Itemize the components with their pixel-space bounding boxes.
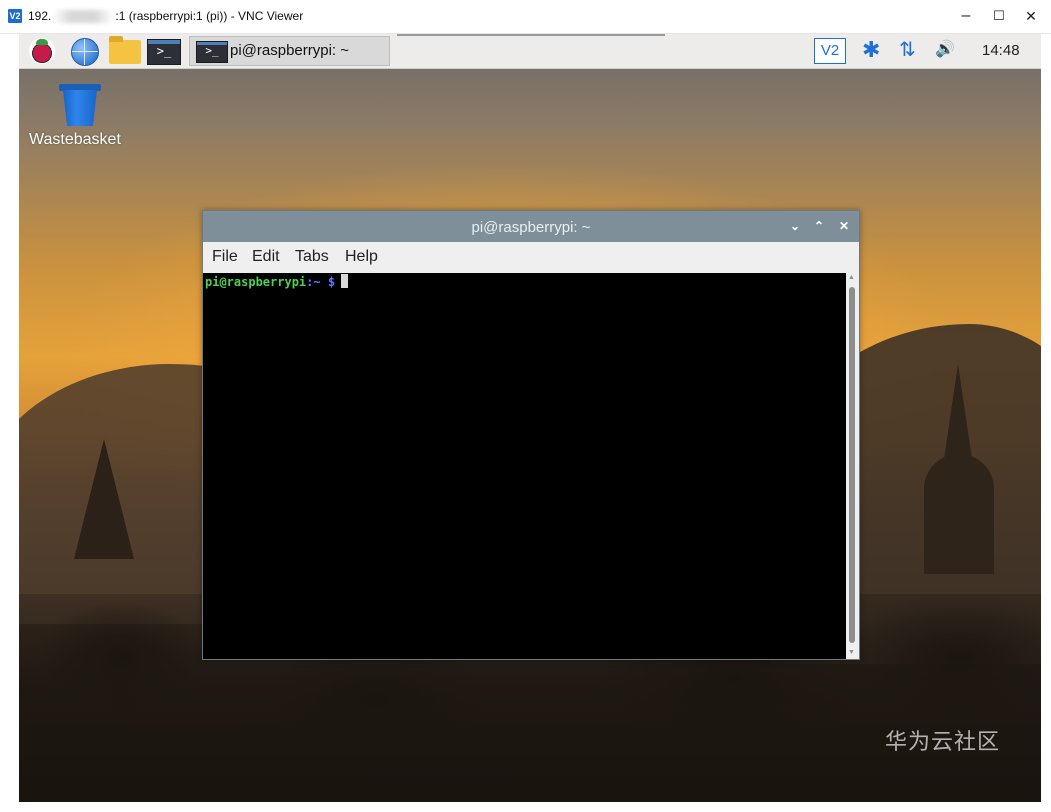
minimize-button[interactable]: – [955,5,977,27]
volume-icon[interactable]: 🔊 [935,37,955,63]
network-icon[interactable]: ⇅ [899,37,916,63]
terminal-titlebar[interactable]: pi@raspberrypi: ~ ⌄ ⌃ ✕ [203,211,859,242]
wastebasket-body [63,90,97,126]
terminal-icon[interactable]: >_ [147,39,181,65]
vnc-viewer-titlebar: V2 192. :1 (raspberrypi:1 (pi)) - VNC Vie… [0,0,1051,34]
vnc-window-title: 192. :1 (raspberrypi:1 (pi)) - VNC Viewer [28,9,304,24]
web-browser-icon[interactable] [71,38,99,66]
terminal-title: pi@raspberrypi: ~ [471,219,591,236]
terminal-icon: >_ [196,41,228,63]
terminal-menubar: File Edit Tabs Help [203,242,859,273]
prompt-user: pi@raspberrypi [205,275,307,289]
terminal-scrollbar[interactable]: ▲ ▼ [846,273,859,659]
prompt-path: :~ $ [306,275,336,289]
watermark: 华为云社区 [885,729,1001,754]
terminal-window[interactable]: pi@raspberrypi: ~ ⌄ ⌃ ✕ File Edit Tabs H… [202,210,860,660]
wallpaper-temple-spire [944,364,972,459]
taskbar-window-button[interactable]: >_ pi@raspberrypi: ~ [189,36,390,66]
menu-edit[interactable]: Edit [252,248,280,266]
remote-desktop[interactable]: >_ >_ pi@raspberrypi: ~ V2 ✱ ⇅ 🔊 14:48 W… [19,34,1041,802]
menu-file[interactable]: File [212,248,238,266]
wastebasket-label[interactable]: Wastebasket [29,131,121,149]
taskbar-divider [397,34,665,36]
vnc-logo-icon: V2 [8,9,22,23]
clock[interactable]: 14:48 [982,42,1020,59]
terminal-output[interactable]: pi@raspberrypi:~ $ [203,273,846,659]
vnc-title-rest: :1 (raspberrypi:1 (pi)) - VNC Viewer [115,9,304,23]
close-button[interactable]: ✕ [1020,5,1042,27]
bluetooth-icon[interactable]: ✱ [862,37,880,63]
scroll-down-icon[interactable]: ▼ [848,649,855,656]
vnc-server-tray-icon[interactable]: V2 [814,38,846,64]
terminal-minimize-button[interactable]: ⌄ [787,218,803,234]
shell-prompt: pi@raspberrypi:~ $ [205,274,349,289]
taskbar: >_ >_ pi@raspberrypi: ~ V2 ✱ ⇅ 🔊 14:48 [19,34,1041,69]
maximize-button[interactable]: ☐ [988,5,1010,27]
menu-help[interactable]: Help [345,248,378,266]
text-cursor [341,274,349,288]
scroll-up-icon[interactable]: ▲ [848,274,855,281]
wastebasket-icon[interactable] [59,84,103,126]
wallpaper-temple [924,454,994,574]
redacted-ip [53,10,114,24]
terminal-close-button[interactable]: ✕ [836,218,852,234]
file-manager-icon[interactable] [109,36,141,64]
raspberry-pi-menu-icon[interactable] [29,38,55,64]
taskbar-window-label: pi@raspberrypi: ~ [230,42,350,59]
wastebasket-rim [59,84,101,91]
menu-tabs[interactable]: Tabs [295,248,329,266]
wallpaper-temple [74,439,134,559]
vnc-title-host: 192. [28,9,52,23]
terminal-maximize-button[interactable]: ⌃ [811,218,827,234]
scrollbar-thumb[interactable] [849,287,855,643]
